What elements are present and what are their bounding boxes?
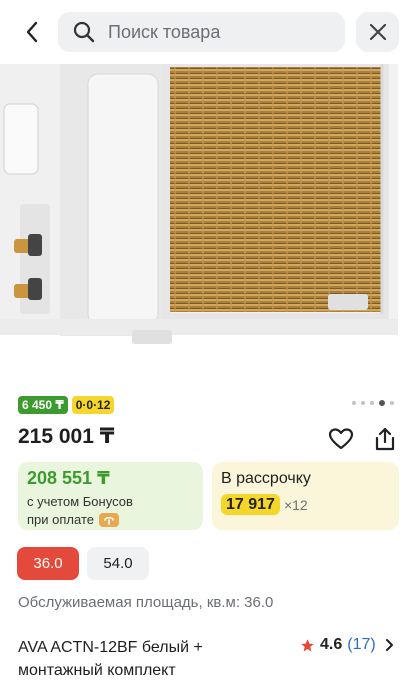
close-icon	[369, 23, 386, 41]
installment-title: В рассрочку	[221, 470, 311, 487]
bonus-note-payment: при оплате	[27, 512, 94, 527]
chevron-left-icon	[26, 21, 38, 43]
heart-icon	[328, 428, 354, 450]
top-bar	[0, 0, 416, 64]
favorite-button[interactable]	[326, 424, 356, 454]
rating-link[interactable]: 4.6 (17)	[300, 636, 395, 654]
installment-amount: 17 917	[221, 494, 280, 515]
rating-value: 4.6	[320, 636, 343, 653]
close-button[interactable]	[356, 12, 399, 52]
search-input[interactable]	[108, 21, 328, 43]
option-button-selected[interactable]: 36.0	[17, 547, 79, 580]
gallery-pagination	[352, 400, 394, 406]
share-button[interactable]	[370, 424, 400, 454]
search-icon	[72, 20, 96, 44]
installment-card[interactable]: В рассрочку 17 917 ×12	[212, 462, 399, 530]
pagination-dot	[370, 401, 374, 405]
pagination-dot-active	[379, 400, 385, 406]
installment-multiplier: ×12	[283, 496, 308, 513]
bonus-note: с учетом Бонусов	[27, 494, 133, 509]
promo-badges: 6 450 ₸ 0·0·12	[18, 396, 115, 414]
share-icon	[375, 427, 395, 451]
area-label: Обслуживаемая площадь, кв.м: 36.0	[18, 594, 274, 611]
bonus-price: 208 551 ₸	[27, 468, 110, 488]
chevron-right-icon	[385, 638, 395, 652]
bonus-badge: 6 450 ₸	[18, 396, 68, 414]
pagination-dot	[352, 401, 356, 405]
pagination-dot	[390, 401, 394, 405]
rating-count: (17)	[347, 636, 376, 653]
installment-badge: 0·0·12	[71, 396, 115, 414]
back-button[interactable]	[14, 14, 50, 50]
product-title: AVA ACTN-12BF белый + монтажный комплект	[18, 639, 203, 679]
product-image[interactable]	[0, 64, 416, 374]
star-icon	[300, 638, 315, 653]
payment-icon	[98, 513, 119, 527]
product-price: 215 001 ₸	[18, 425, 115, 448]
bonus-price-card[interactable]: 208 551 ₸ с учетом Бонусов при оплате	[18, 462, 203, 530]
option-button[interactable]: 54.0	[87, 547, 149, 580]
search-box[interactable]	[58, 12, 345, 52]
pagination-dot	[361, 401, 365, 405]
